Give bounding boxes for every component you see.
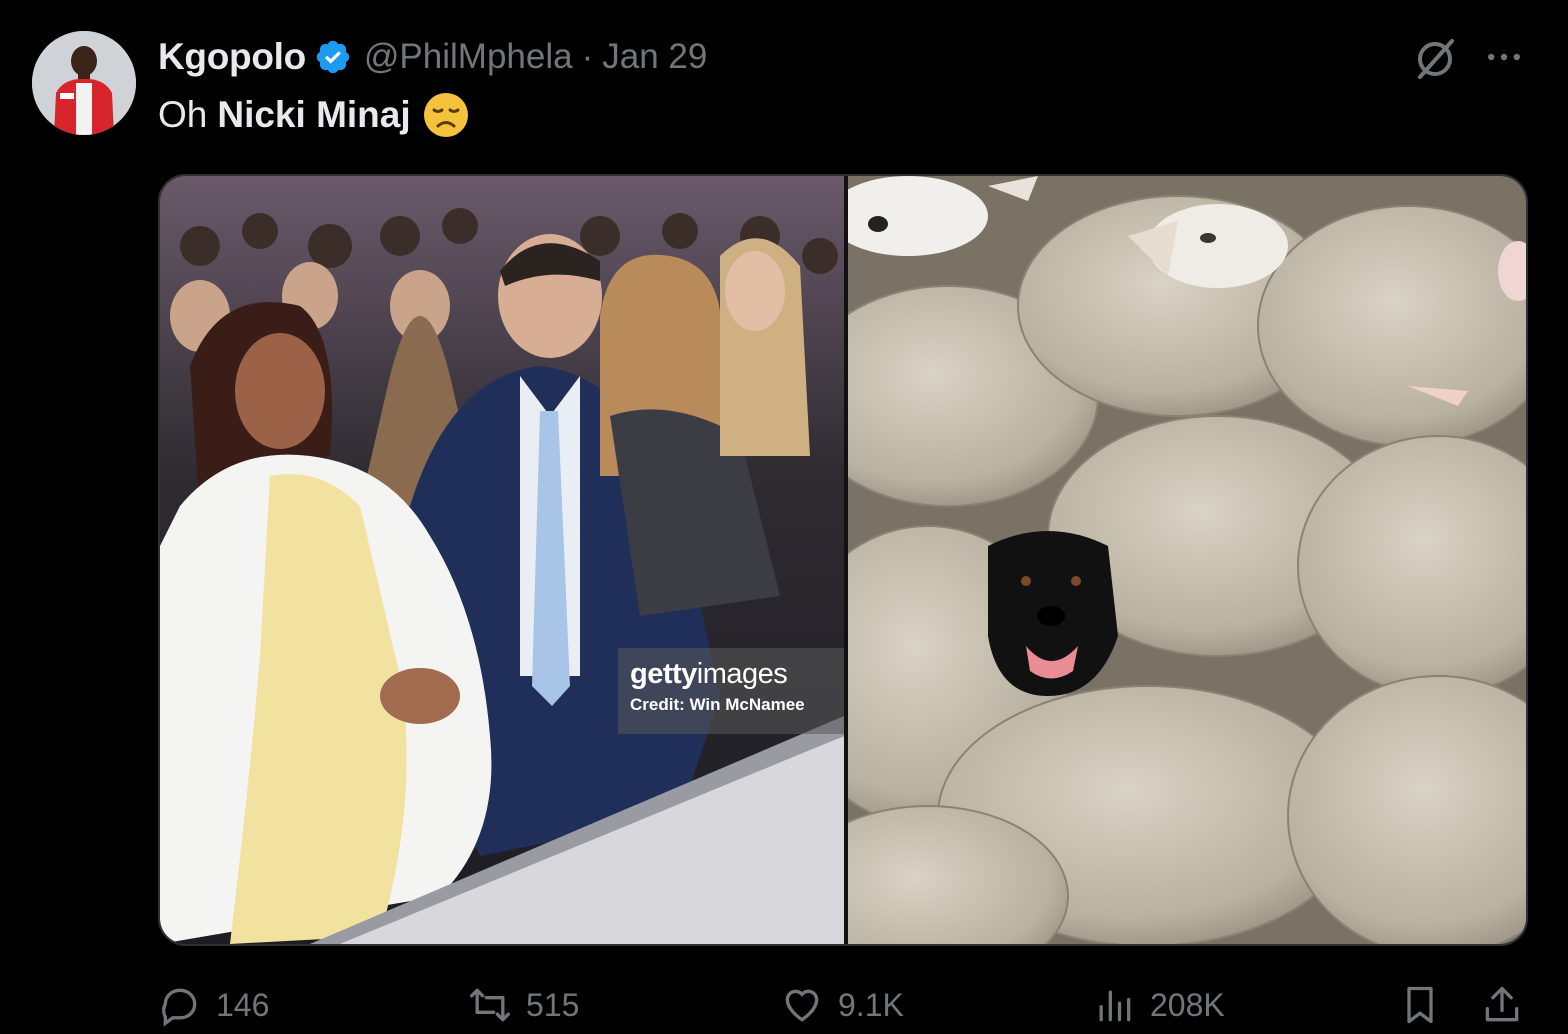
- reply-count: 146: [216, 986, 270, 1023]
- tweet-date[interactable]: Jan 29: [602, 37, 707, 77]
- repost-icon: [470, 988, 510, 1022]
- views-count: 208K: [1150, 986, 1225, 1023]
- author-name[interactable]: Kgopolo: [158, 36, 306, 78]
- tweet-actions: 146 515 9.1K 208K: [158, 980, 1533, 1030]
- repost-button[interactable]: 515: [468, 980, 579, 1030]
- grok-icon[interactable]: [1410, 33, 1460, 83]
- reply-icon: [162, 988, 197, 1027]
- tweet-header: Kgopolo @PhilMphela · Jan 29: [158, 32, 707, 82]
- disappointed-face-icon: [423, 93, 468, 137]
- more-icon: [1488, 53, 1520, 61]
- views-icon: [1099, 990, 1131, 1022]
- getty-credit: Credit: Win McNamee: [630, 695, 805, 714]
- getty-watermark: gettyimages Credit: Win McNamee: [618, 648, 844, 734]
- separator: ·: [581, 37, 594, 76]
- verified-badge-icon: [316, 40, 350, 74]
- author-avatar[interactable]: [32, 31, 136, 135]
- bookmark-button[interactable]: [1398, 980, 1456, 1030]
- tweet-text-prefix: Oh: [158, 94, 208, 135]
- views-button[interactable]: 208K: [1092, 980, 1225, 1030]
- bookmark-icon: [1407, 986, 1433, 1024]
- more-options-button[interactable]: [1480, 40, 1528, 74]
- reply-button[interactable]: 146: [158, 980, 269, 1030]
- heart-icon: [785, 989, 819, 1022]
- tweet-media[interactable]: gettyimages Credit: Win McNamee: [158, 174, 1528, 946]
- sheep-dog-photo[interactable]: [848, 176, 1526, 944]
- event-photo[interactable]: gettyimages Credit: Win McNamee: [160, 176, 844, 944]
- tweet-text-bold: Nicki Minaj: [217, 94, 411, 135]
- tweet-text: Oh Nicki Minaj: [158, 90, 469, 140]
- share-button[interactable]: [1480, 980, 1538, 1030]
- getty-logo: gettyimages: [630, 658, 788, 690]
- share-icon: [1485, 986, 1519, 1022]
- author-handle[interactable]: @PhilMphela: [364, 37, 573, 77]
- like-button[interactable]: 9.1K: [780, 980, 904, 1030]
- like-count: 9.1K: [838, 986, 904, 1023]
- repost-count: 515: [526, 986, 580, 1023]
